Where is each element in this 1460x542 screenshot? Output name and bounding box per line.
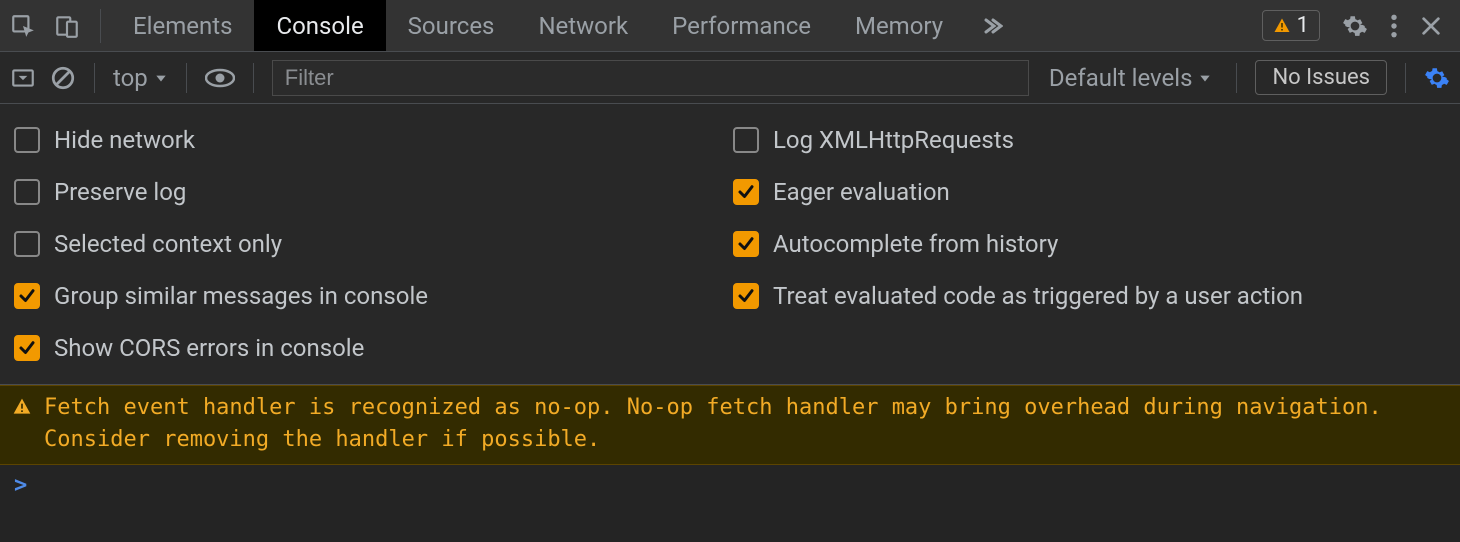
context-label: top <box>113 64 148 92</box>
checkbox-label: Eager evaluation <box>773 178 950 206</box>
divider <box>253 63 254 93</box>
tab-bar-right-icons: 1 <box>1244 10 1460 41</box>
checkbox[interactable] <box>14 127 40 153</box>
console-warning-message[interactable]: Fetch event handler is recognized as no-… <box>0 385 1460 465</box>
warning-triangle-icon <box>12 397 32 417</box>
checkbox-label: Autocomplete from history <box>773 230 1058 258</box>
checkbox[interactable] <box>733 283 759 309</box>
checkbox-label: Selected context only <box>54 230 282 258</box>
checkbox-label: Log XMLHttpRequests <box>773 126 1014 154</box>
setting-row: Preserve log <box>14 178 723 206</box>
devtools-tab-bar: ElementsConsoleSourcesNetworkPerformance… <box>0 0 1460 52</box>
inspect-element-icon[interactable] <box>10 13 36 39</box>
tab-elements[interactable]: Elements <box>111 0 254 51</box>
tab-bar-left-icons <box>0 13 90 39</box>
tab-performance[interactable]: Performance <box>650 0 833 51</box>
tabs-list: ElementsConsoleSourcesNetworkPerformance… <box>111 0 965 51</box>
checkbox[interactable] <box>14 335 40 361</box>
checkbox-label: Show CORS errors in console <box>54 334 364 362</box>
checkbox[interactable] <box>733 179 759 205</box>
setting-row: Autocomplete from history <box>733 230 1442 258</box>
warnings-count: 1 <box>1297 13 1309 38</box>
checkbox[interactable] <box>14 179 40 205</box>
tab-network[interactable]: Network <box>516 0 650 51</box>
warning-triangle-icon <box>1273 17 1291 35</box>
toggle-console-sidebar-icon[interactable] <box>10 65 36 91</box>
console-toolbar: top Default levels No Issues <box>0 52 1460 104</box>
setting-row: Log XMLHttpRequests <box>733 126 1442 154</box>
chevron-down-icon <box>1198 71 1212 85</box>
checkbox[interactable] <box>14 283 40 309</box>
divider <box>100 9 101 43</box>
chevron-down-icon <box>154 71 168 85</box>
tab-sources[interactable]: Sources <box>386 0 517 51</box>
setting-row: Treat evaluated code as triggered by a u… <box>733 282 1442 310</box>
console-settings-gear-icon[interactable] <box>1424 65 1450 91</box>
tab-memory[interactable]: Memory <box>833 0 965 51</box>
execution-context-dropdown[interactable]: top <box>113 64 168 92</box>
tab-console[interactable]: Console <box>254 0 385 51</box>
device-toolbar-icon[interactable] <box>54 13 80 39</box>
setting-row: Hide network <box>14 126 723 154</box>
issues-label: No Issues <box>1272 65 1370 90</box>
close-icon[interactable] <box>1420 15 1442 37</box>
live-expression-icon[interactable] <box>205 68 235 88</box>
log-levels-dropdown[interactable]: Default levels <box>1043 64 1219 92</box>
divider <box>186 63 187 93</box>
clear-console-icon[interactable] <box>50 65 76 91</box>
more-tabs-icon[interactable] <box>965 14 1017 38</box>
checkbox-label: Preserve log <box>54 178 186 206</box>
filter-input[interactable] <box>272 60 1029 96</box>
divider <box>1405 63 1406 93</box>
setting-row: Selected context only <box>14 230 723 258</box>
issues-button[interactable]: No Issues <box>1255 60 1387 95</box>
setting-row: Show CORS errors in console <box>14 334 723 362</box>
warning-text: Fetch event handler is recognized as no-… <box>44 392 1448 456</box>
levels-label: Default levels <box>1049 64 1193 92</box>
checkbox[interactable] <box>733 231 759 257</box>
checkbox-label: Treat evaluated code as triggered by a u… <box>773 282 1303 310</box>
setting-row: Eager evaluation <box>733 178 1442 206</box>
console-prompt[interactable]: > <box>0 465 1460 506</box>
setting-row: Group similar messages in console <box>14 282 723 310</box>
settings-gear-icon[interactable] <box>1342 13 1368 39</box>
console-settings-panel: Hide network Log XMLHttpRequests Preserve … <box>0 104 1460 385</box>
divider <box>1236 63 1237 93</box>
checkbox-label: Hide network <box>54 126 195 154</box>
checkbox[interactable] <box>14 231 40 257</box>
kebab-menu-icon[interactable] <box>1390 13 1398 39</box>
divider <box>94 63 95 93</box>
warnings-badge[interactable]: 1 <box>1262 10 1320 41</box>
prompt-symbol: > <box>14 473 27 498</box>
checkbox-label: Group similar messages in console <box>54 282 428 310</box>
checkbox[interactable] <box>733 127 759 153</box>
